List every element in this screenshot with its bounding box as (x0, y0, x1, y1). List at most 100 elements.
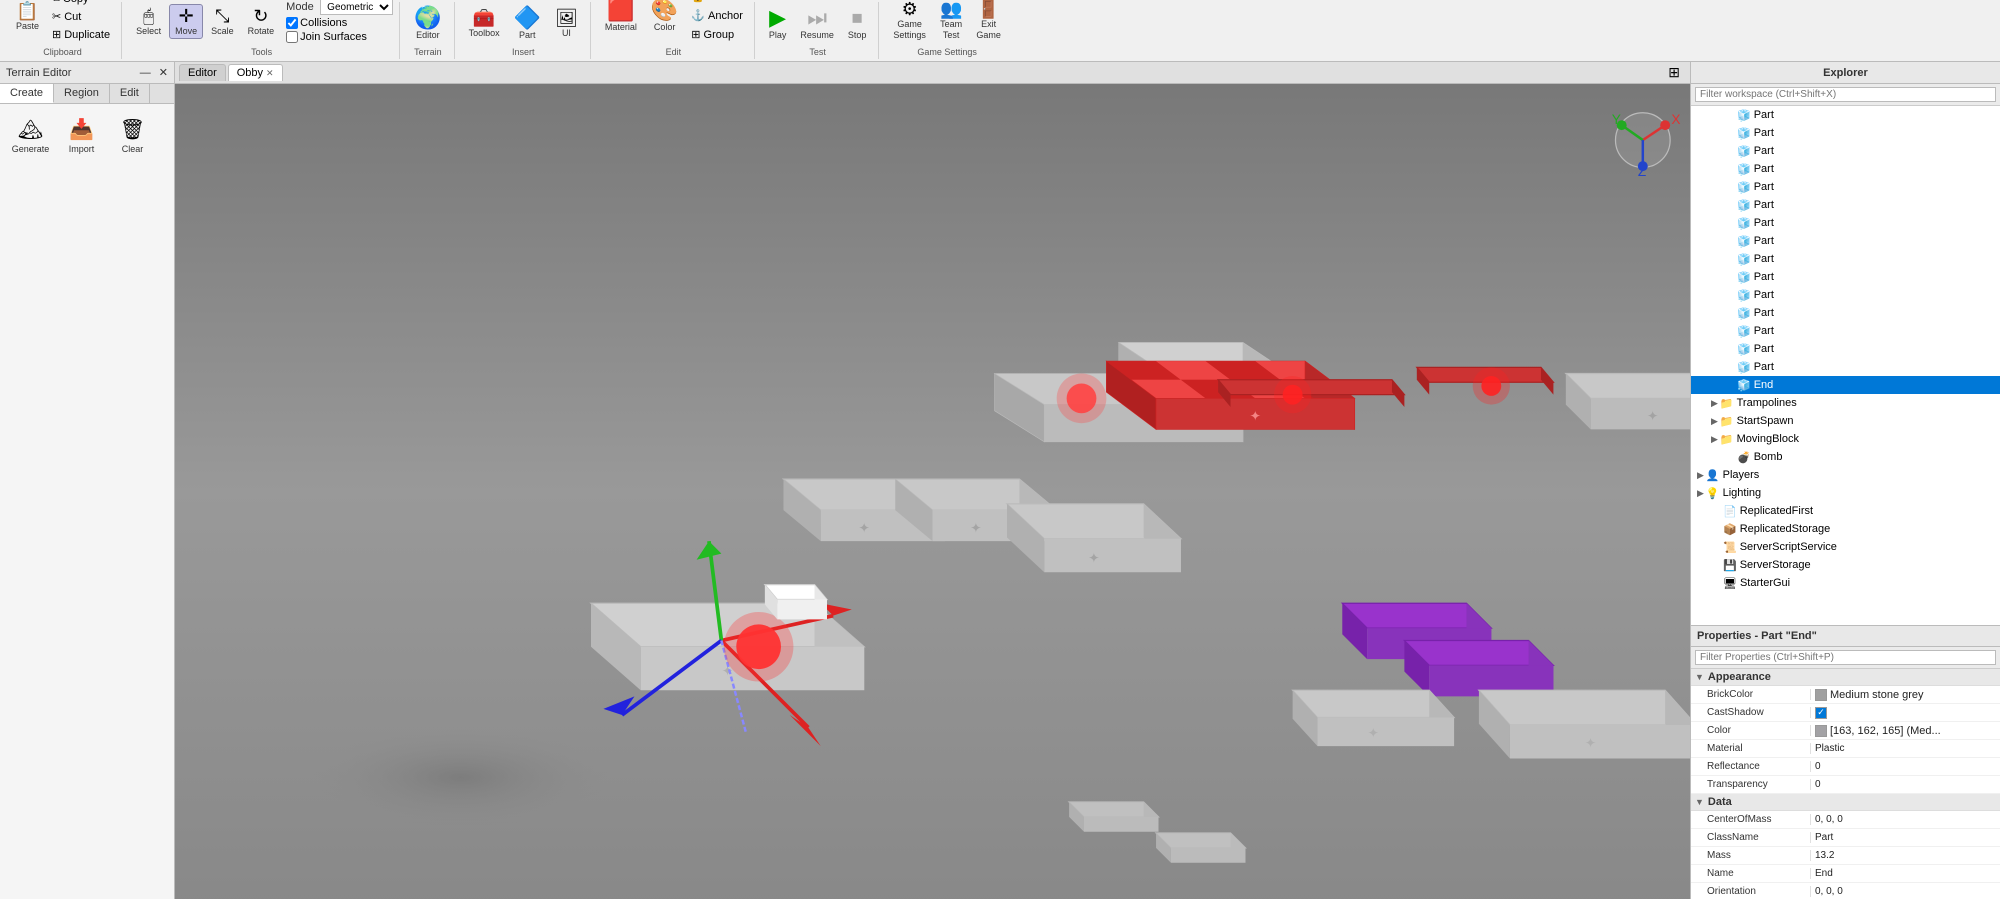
expand-arrow-icon[interactable]: ▶ (1697, 470, 1704, 481)
explorer-item[interactable]: 🧊Part (1691, 124, 2000, 142)
explorer-item[interactable]: 🧊Part (1691, 160, 2000, 178)
expand-arrow-icon[interactable]: ▶ (1697, 488, 1704, 499)
item-icon: 📁 (1720, 415, 1734, 428)
color-button[interactable]: 🎨 Color (645, 0, 684, 35)
explorer-list: 🧊Part🧊Part🧊Part🧊Part🧊Part🧊Part🧊Part🧊Part… (1691, 106, 2000, 625)
explorer-item[interactable]: 🧊Part (1691, 358, 2000, 376)
terrain-tab-region[interactable]: Region (54, 84, 110, 103)
terrain-clear-tool[interactable]: 🗑 Clear (110, 112, 155, 159)
material-button[interactable]: 🟥 Material (599, 0, 643, 35)
explorer-item[interactable]: 🧊Part (1691, 232, 2000, 250)
viewport-tab-bar: Editor Obby ✕ ⊞ (175, 62, 1690, 84)
import-icon: 📥 (69, 117, 94, 142)
explorer-item[interactable]: ▶👤Players (1691, 466, 2000, 484)
anchor-label: Anchor (708, 10, 743, 22)
explorer-item[interactable]: 🧊End (1691, 376, 2000, 394)
explorer-item[interactable]: 🧊Part (1691, 286, 2000, 304)
explorer-item[interactable]: ▶📁Trampolines (1691, 394, 2000, 412)
explorer-item[interactable]: 🧊Part (1691, 178, 2000, 196)
prop-value: Part (1811, 832, 2000, 843)
prop-checkbox[interactable]: ✓ (1815, 707, 1827, 719)
import-label: Import (69, 144, 95, 154)
exit-game-button[interactable]: 🚪 Exit Game (970, 0, 1007, 43)
copy-button[interactable]: ⧉ Copy (47, 0, 115, 7)
ui-button[interactable]: 🖼 UI (549, 6, 584, 41)
terrain-editor-button[interactable]: 🌍 Editor (408, 4, 447, 43)
explorer-item[interactable]: 🧊Part (1691, 214, 2000, 232)
explorer-item[interactable]: 🧊Part (1691, 106, 2000, 124)
game-settings-line2: Settings (893, 30, 926, 40)
explorer-item[interactable]: 📜ServerScriptService (1691, 538, 2000, 556)
terrain-generate-tool[interactable]: 🏔 Generate (8, 112, 53, 159)
expand-arrow-icon[interactable]: ▶ (1711, 398, 1718, 409)
terrain-tab-create[interactable]: Create (0, 84, 54, 103)
move-button[interactable]: ✛ Move (169, 4, 203, 39)
properties-filter (1691, 647, 2000, 669)
cut-button[interactable]: ✂ Cut (47, 8, 115, 25)
explorer-item[interactable]: 🧊Part (1691, 322, 2000, 340)
obby-tab-close[interactable]: ✕ (266, 68, 274, 79)
explorer-item[interactable]: 🧊Part (1691, 340, 2000, 358)
viewport-tab-editor[interactable]: Editor (179, 64, 226, 81)
item-icon: 🧊 (1737, 361, 1751, 374)
explorer-item[interactable]: ▶💡Lighting (1691, 484, 2000, 502)
exit-game-icon: 🚪 (977, 0, 999, 18)
properties-filter-input[interactable] (1695, 650, 1996, 665)
terrain-editor-close[interactable]: ✕ (159, 66, 168, 79)
prop-row: MaterialPlastic (1691, 740, 2000, 758)
group-button[interactable]: ⊞ Group (686, 26, 748, 43)
explorer-filter-input[interactable] (1695, 87, 1996, 102)
explorer-item[interactable]: 🧊Part (1691, 304, 2000, 322)
expand-arrow-icon[interactable]: ▶ (1711, 416, 1718, 427)
scale-button[interactable]: ⤡ Scale (205, 4, 240, 39)
viewport-canvas: ✦ (175, 84, 1690, 899)
viewport[interactable]: Editor Obby ✕ ⊞ (175, 62, 1690, 899)
join-surfaces-checkbox[interactable] (286, 31, 298, 43)
explorer-item[interactable]: ▶📁MovingBlock (1691, 430, 2000, 448)
terrain-editor-minimize[interactable]: — (140, 67, 151, 79)
collisions-checkbox[interactable] (286, 17, 298, 29)
duplicate-button[interactable]: ⊞ Duplicate (47, 26, 115, 43)
tools-row: 🖱 Select ✛ Move ⤡ Scale ↻ Rotate Mode Ge… (130, 0, 393, 43)
play-button[interactable]: ▶ Play (763, 4, 793, 43)
paste-button[interactable]: 📋 Paste (10, 0, 45, 34)
rotate-button[interactable]: ↻ Rotate (242, 4, 281, 39)
prop-value[interactable]: ✓ (1811, 707, 2000, 719)
terrain-tab-edit[interactable]: Edit (110, 84, 150, 103)
explorer-item[interactable]: 📄ReplicatedFirst (1691, 502, 2000, 520)
explorer-item[interactable]: 💣Bomb (1691, 448, 2000, 466)
anchor-button[interactable]: ⚓ Anchor (686, 7, 748, 24)
svg-text:✦: ✦ (1647, 409, 1659, 424)
mode-select[interactable]: Geometric (320, 0, 393, 15)
expand-arrow-icon[interactable]: ▶ (1711, 434, 1718, 445)
color-value-text: [163, 162, 165] (Med... (1830, 725, 1941, 737)
prop-section-header[interactable]: ▼Appearance (1691, 669, 2000, 686)
toolbox-button[interactable]: 🧰 Toolbox (463, 6, 506, 41)
game-settings-line1: Game (897, 19, 922, 29)
explorer-item[interactable]: ▶📁StartSpawn (1691, 412, 2000, 430)
terrain-import-tool[interactable]: 📥 Import (59, 112, 104, 159)
explorer-item[interactable]: 📦ReplicatedStorage (1691, 520, 2000, 538)
rotate-label: Rotate (248, 26, 275, 36)
stop-icon: ⏹ (852, 7, 863, 29)
explorer-item[interactable]: 🧊Part (1691, 250, 2000, 268)
team-test-button[interactable]: 👥 Team Test (934, 0, 968, 43)
prop-section-header[interactable]: ▼Data (1691, 794, 2000, 811)
resume-button[interactable]: ⏭ Resume (794, 4, 840, 43)
explorer-item[interactable]: 🧊Part (1691, 196, 2000, 214)
explorer-item[interactable]: 🖥StarterGui (1691, 574, 2000, 592)
game-settings-button[interactable]: ⚙ Game Settings (887, 0, 932, 43)
editor-tab-label: Editor (188, 67, 217, 79)
stop-button[interactable]: ⏹ Stop (842, 4, 873, 43)
viewport-tab-obby[interactable]: Obby ✕ (228, 64, 283, 81)
item-name: Part (1754, 343, 1774, 355)
edit-label: Edit (666, 47, 682, 57)
viewport-expand-button[interactable]: ⊞ (1662, 62, 1686, 83)
explorer-item[interactable]: 💾ServerStorage (1691, 556, 2000, 574)
part-button[interactable]: 🔷 Part (508, 4, 547, 43)
terrain-tab-bar: Create Region Edit (0, 84, 174, 104)
lock-button[interactable]: 🔒 Lock (686, 0, 748, 5)
explorer-item[interactable]: 🧊Part (1691, 268, 2000, 286)
select-button[interactable]: 🖱 Select (130, 4, 167, 39)
explorer-item[interactable]: 🧊Part (1691, 142, 2000, 160)
